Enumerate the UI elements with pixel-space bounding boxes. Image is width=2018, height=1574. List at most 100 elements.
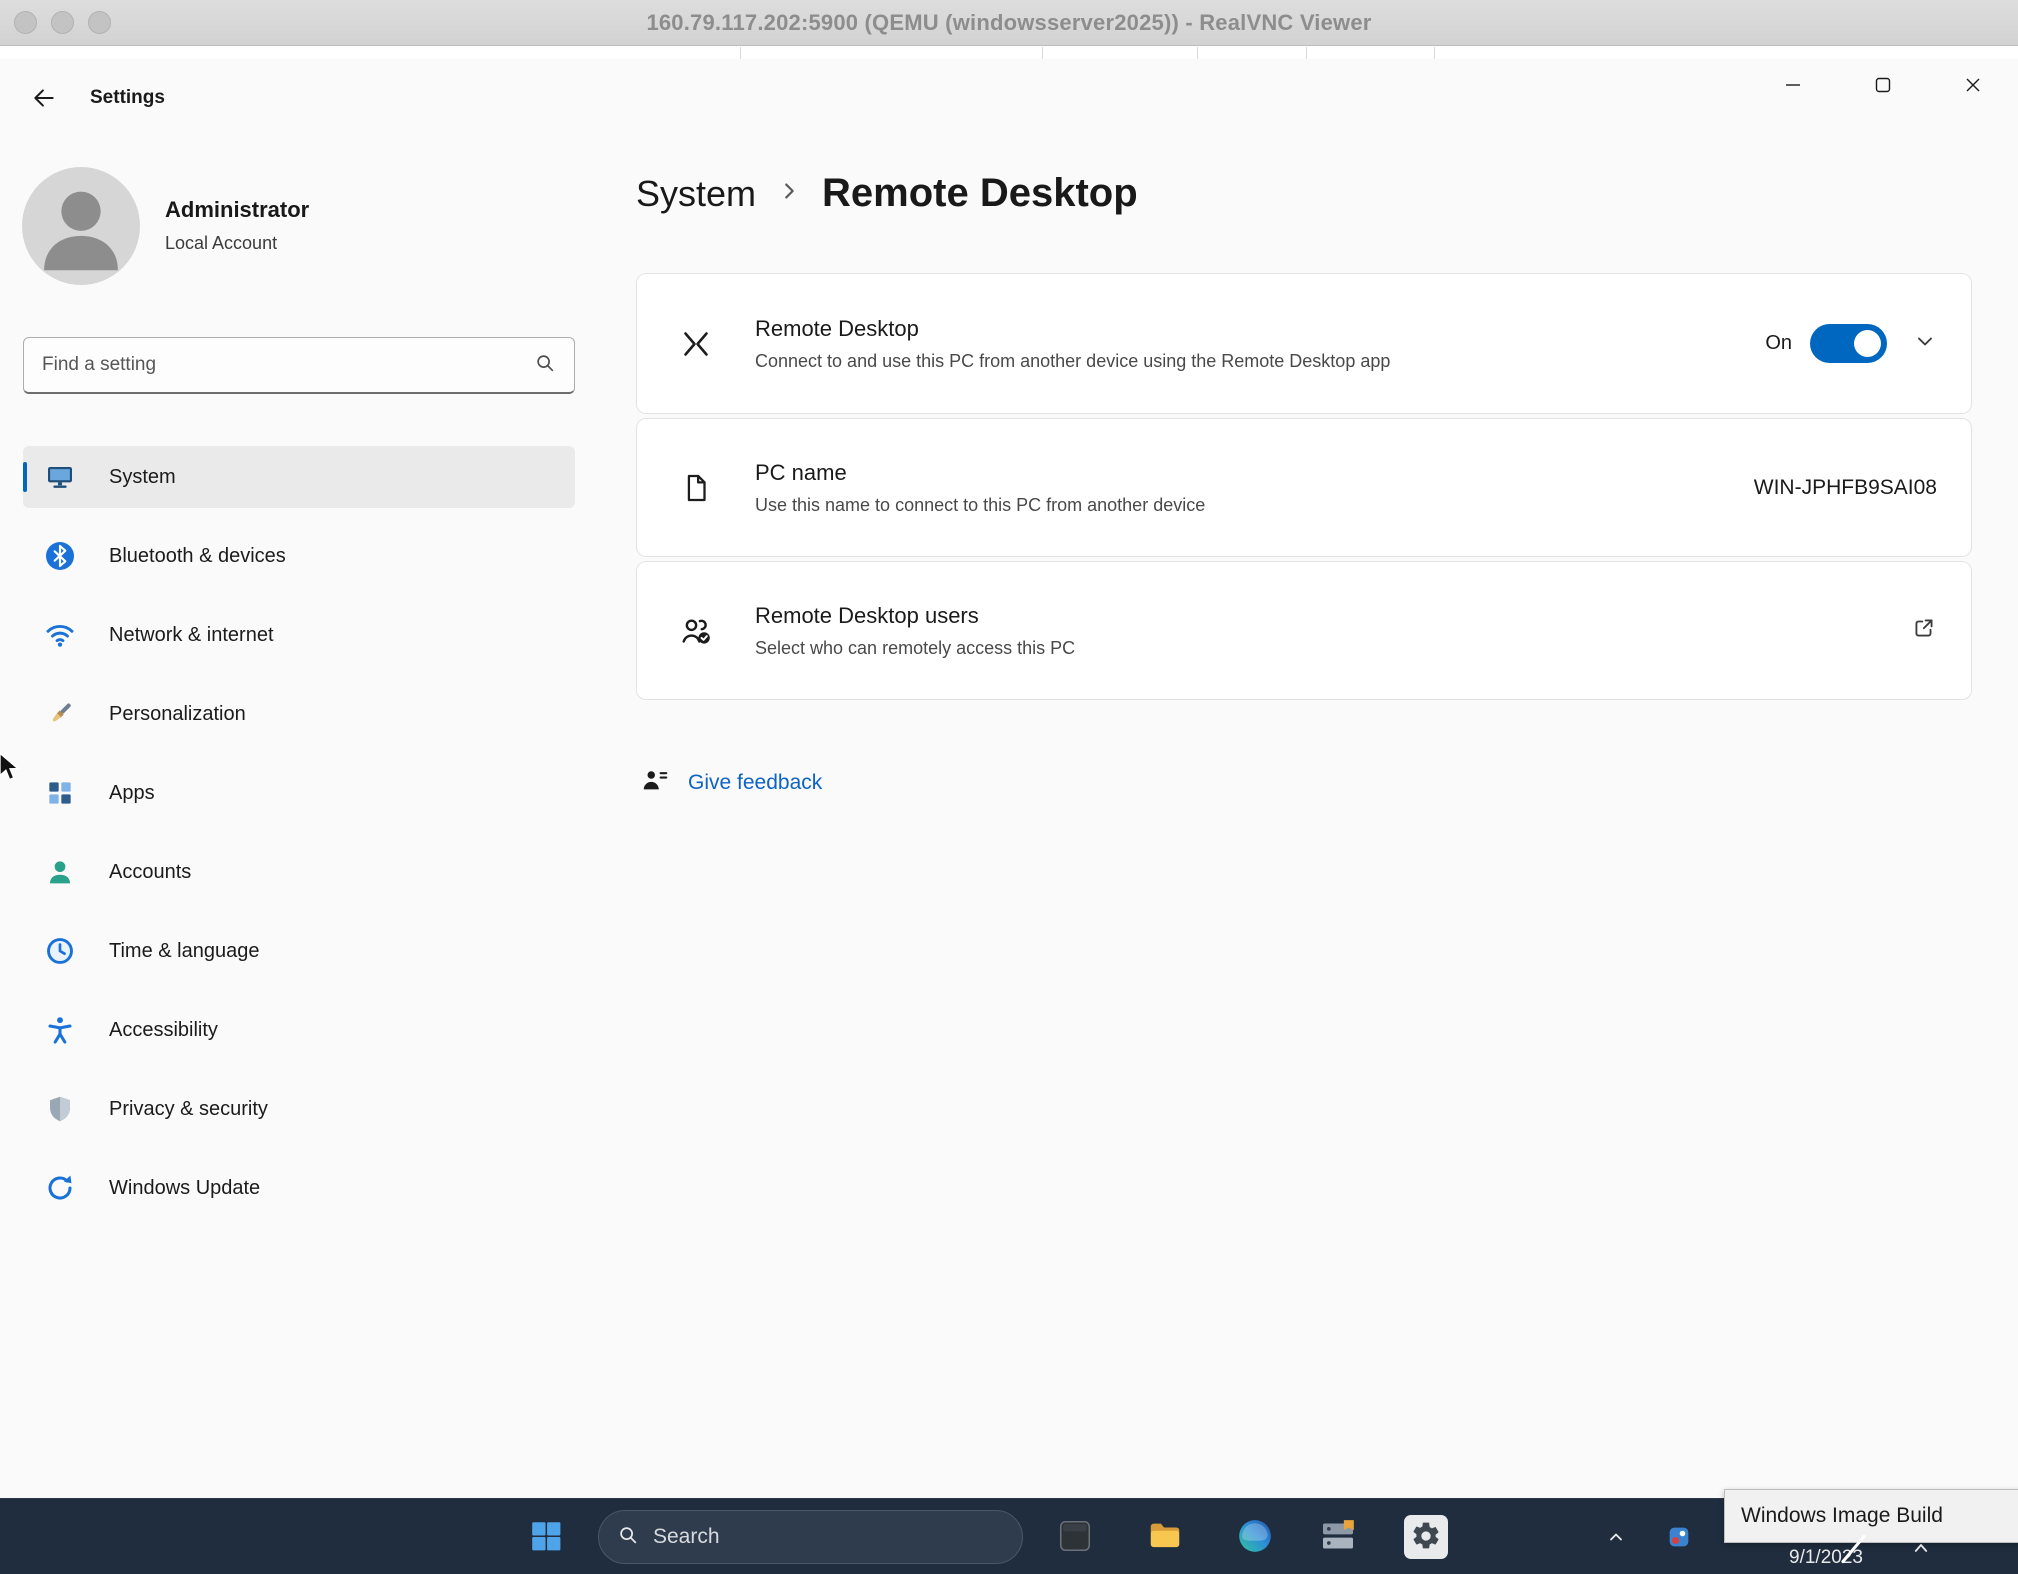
breadcrumb: System Remote Desktop [636,171,1138,216]
wifi-icon [44,619,76,651]
sidebar-item-label: Windows Update [109,1177,260,1200]
remote-desktop-users-card[interactable]: Remote Desktop users Select who can remo… [636,561,1972,700]
apps-icon [44,777,76,809]
tray-app-icon [1665,1523,1693,1554]
card-subtitle: Connect to and use this PC from another … [755,351,1765,372]
accounts-icon [44,856,76,888]
remote-desktop-users-icon [637,613,755,649]
sidebar-item-personalization[interactable]: Personalization [23,683,575,745]
shield-icon [44,1093,76,1125]
mac-minimize-button[interactable] [51,11,74,34]
card-subtitle: Select who can remotely access this PC [755,638,1911,659]
update-icon [44,1172,76,1204]
tooltip-text: Windows Image Build [1741,1504,1943,1528]
card-title: Remote Desktop [755,316,1765,342]
server-manager-icon [1318,1516,1358,1559]
pc-name-card: PC name Use this name to connect to this… [636,418,1972,557]
pc-name-value: WIN-JPHFB9SAI08 [1754,476,1937,500]
pc-name-icon [637,471,755,505]
tray-chevron-up-button[interactable] [1599,1521,1633,1555]
external-link-icon [1911,615,1937,646]
feedback-label: Give feedback [688,771,822,795]
clock-icon [44,935,76,967]
sidebar-item-label: Apps [109,782,155,805]
taskbar-search[interactable]: Search [598,1510,1023,1564]
sidebar-item-privacy-security[interactable]: Privacy & security [23,1078,575,1140]
vnc-window-title: 160.79.117.202:5900 (QEMU (windowsserver… [646,10,1371,36]
vnc-titlebar: 160.79.117.202:5900 (QEMU (windowsserver… [0,0,2018,46]
taskbar-app-file-explorer[interactable] [1143,1515,1187,1559]
screen: 160.79.117.202:5900 (QEMU (windowsserver… [0,0,2018,1574]
taskbar: Search [0,1498,2018,1574]
mac-traffic-lights [14,11,111,34]
toggle-state-label: On [1765,332,1792,355]
gear-icon [1410,1520,1442,1555]
sidebar-item-accounts[interactable]: Accounts [23,841,575,903]
feedback-icon [640,765,670,800]
remote-desktop-text: Remote Desktop Connect to and use this P… [755,316,1765,372]
remote-desktop-controls: On [1765,324,1937,363]
sidebar-item-system[interactable]: System [23,446,575,508]
find-setting-searchbox [23,337,575,394]
sidebar-item-label: Accessibility [109,1019,218,1042]
taskbar-app-dark-window[interactable] [1053,1515,1097,1559]
breadcrumb-system[interactable]: System [636,173,756,215]
bluetooth-icon [44,540,76,572]
taskbar-app-settings[interactable] [1404,1515,1448,1559]
vnc-toolbar-strip [0,47,2018,59]
sidebar-item-bluetooth-devices[interactable]: Bluetooth & devices [23,525,575,587]
tray-caret-icon [1912,1541,1930,1560]
chevron-right-icon [778,180,800,207]
cards: Remote Desktop Connect to and use this P… [636,273,1972,704]
sidebar-item-apps[interactable]: Apps [23,762,575,824]
main-content: System Remote Desktop Remote Desktop Con… [636,59,1972,1498]
mac-zoom-button[interactable] [88,11,111,34]
remote-desktop-card: Remote Desktop Connect to and use this P… [636,273,1972,414]
artifact-tick [740,47,741,59]
avatar[interactable] [22,167,140,285]
sidebar-item-accessibility[interactable]: Accessibility [23,999,575,1061]
windows-logo-icon [528,1518,564,1557]
sidebar-item-label: Time & language [109,940,259,963]
user-account-type: Local Account [165,233,277,254]
sidebar-item-label: Accounts [109,861,191,884]
artifact-tick [1306,47,1307,59]
pc-name-text: PC name Use this name to connect to this… [755,460,1754,516]
mouse-cursor [0,752,22,789]
taskbar-app-server-manager[interactable] [1316,1515,1360,1559]
chevron-up-icon [1606,1527,1626,1550]
pc-name-value-wrap: WIN-JPHFB9SAI08 [1754,476,1937,500]
person-icon [22,272,140,285]
dark-window-icon [1056,1517,1094,1558]
taskbar-search-icon [617,1524,639,1551]
sidebar-item-time-language[interactable]: Time & language [23,920,575,982]
settings-window: Settings Administrator Local [0,59,2018,1498]
remote-desktop-icon [637,326,755,362]
taskbar-search-label: Search [653,1525,720,1549]
sidebar-item-windows-update[interactable]: Windows Update [23,1157,575,1219]
sidebar-item-label: Privacy & security [109,1098,268,1121]
paintbrush-icon [44,698,76,730]
artifact-tick [1042,47,1043,59]
sidebar-item-network-internet[interactable]: Network & internet [23,604,575,666]
chevron-down-icon [1913,329,1937,358]
sidebar-item-label: Network & internet [109,624,274,647]
toggle-knob [1854,330,1881,357]
accessibility-icon [44,1014,76,1046]
expand-chevron[interactable] [1913,329,1937,358]
sidebar-item-label: Personalization [109,703,246,726]
remote-desktop-toggle[interactable] [1810,324,1887,363]
external-link-wrap [1911,615,1937,646]
taskbar-tooltip: Windows Image Build [1724,1489,2018,1543]
taskbar-app-edge[interactable] [1233,1515,1277,1559]
search-input[interactable] [24,354,534,376]
give-feedback-link[interactable]: Give feedback [640,765,822,800]
mac-close-button[interactable] [14,11,37,34]
artifact-tick [1197,47,1198,59]
card-title: Remote Desktop users [755,603,1911,629]
tray-app-button[interactable] [1662,1521,1696,1555]
sidebar-item-label: System [109,466,176,489]
card-subtitle: Use this name to connect to this PC from… [755,495,1754,516]
sidebar: Administrator Local Account System [23,59,575,1498]
start-button[interactable] [524,1515,568,1559]
